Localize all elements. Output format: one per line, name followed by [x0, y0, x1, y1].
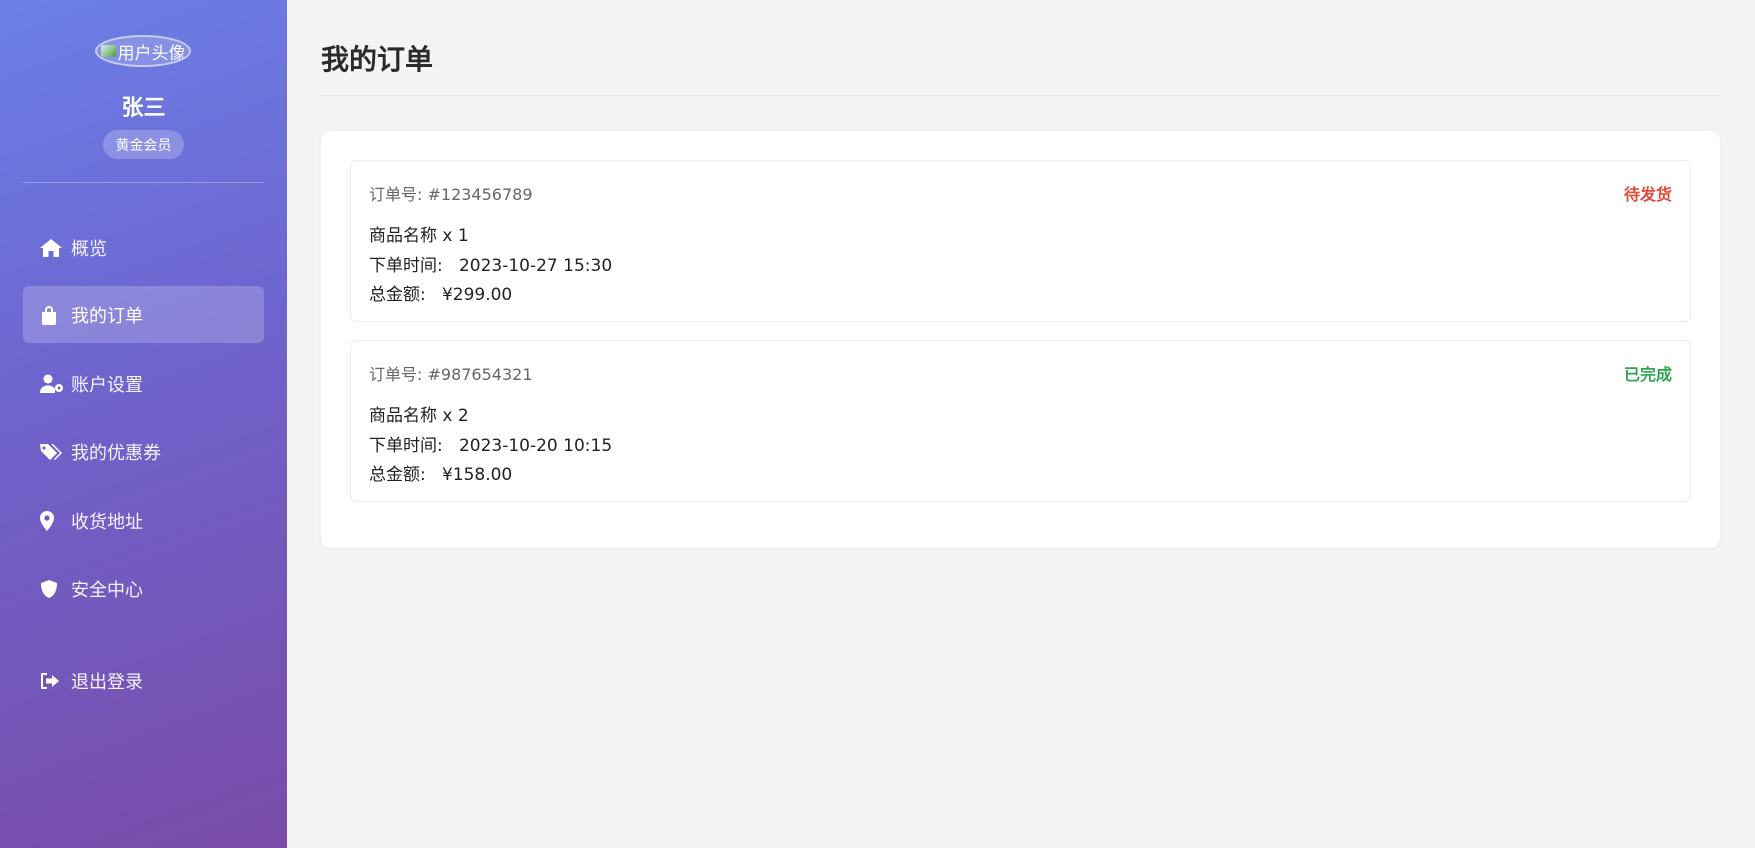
- order-card[interactable]: 订单号: #123456789 待发货 商品名称 x 1 下单时间: 2023-…: [350, 160, 1691, 322]
- sidebar-item-account-settings[interactable]: 账户设置: [23, 355, 264, 412]
- map-marker-icon: [39, 510, 65, 532]
- home-icon: [39, 237, 65, 259]
- order-total: ¥158.00: [441, 465, 513, 485]
- order-time-row: 下单时间: 2023-10-20 10:15: [369, 431, 612, 456]
- member-level-badge: 黄金会员: [103, 130, 184, 159]
- order-product: 商品名称 x 2: [369, 406, 469, 426]
- shopping-bag-icon: [39, 304, 65, 326]
- title-divider: [321, 95, 1720, 96]
- order-number: 订单号: #987654321: [369, 365, 533, 384]
- sidebar-item-label: 收货地址: [71, 511, 143, 533]
- tags-icon: [39, 441, 65, 463]
- order-total-row: 总金额: ¥158.00: [369, 460, 512, 485]
- sidebar-item-addresses[interactable]: 收货地址: [23, 492, 264, 549]
- order-time: 2023-10-20 10:15: [458, 436, 613, 456]
- sidebar-item-label: 退出登录: [71, 671, 143, 693]
- sidebar-item-label: 账户设置: [71, 374, 143, 396]
- sidebar-item-label: 概览: [71, 238, 107, 260]
- user-cog-icon: [39, 373, 65, 395]
- order-total-label: 总金额:: [369, 465, 426, 485]
- sidebar-divider: [23, 182, 264, 183]
- sidebar-item-overview[interactable]: 概览: [23, 219, 264, 276]
- avatar-alt-text: 用户头像: [117, 43, 186, 64]
- order-card[interactable]: 订单号: #987654321 已完成 商品名称 x 2 下单时间: 2023-…: [350, 340, 1691, 502]
- orders-panel: 订单号: #123456789 待发货 商品名称 x 1 下单时间: 2023-…: [321, 131, 1720, 548]
- app-root: 用户头像 张三 黄金会员 概览 我的订单 账户设置 我的优惠券 收货地址 安全中…: [0, 0, 1755, 848]
- sidebar-item-logout[interactable]: 退出登录: [23, 652, 264, 709]
- order-status: 已完成: [1623, 365, 1672, 384]
- sidebar-item-coupons[interactable]: 我的优惠券: [23, 423, 264, 480]
- order-time-row: 下单时间: 2023-10-27 15:30: [369, 251, 612, 276]
- sidebar-item-label: 我的优惠券: [71, 442, 161, 464]
- sidebar-item-my-orders[interactable]: 我的订单: [23, 286, 264, 343]
- order-time-label: 下单时间:: [369, 256, 443, 276]
- user-name: 张三: [121, 96, 166, 121]
- sidebar: 用户头像 张三 黄金会员 概览 我的订单 账户设置 我的优惠券 收货地址 安全中…: [0, 0, 287, 848]
- broken-image-icon: [100, 45, 116, 57]
- order-time: 2023-10-27 15:30: [458, 256, 613, 276]
- user-avatar[interactable]: 用户头像: [95, 35, 191, 67]
- order-product: 商品名称 x 1: [369, 226, 469, 246]
- page-title: 我的订单: [321, 43, 434, 76]
- order-time-label: 下单时间:: [369, 436, 443, 456]
- order-status: 待发货: [1623, 185, 1672, 204]
- sidebar-item-label: 我的订单: [71, 305, 143, 327]
- sidebar-item-label: 安全中心: [71, 579, 143, 601]
- shield-icon: [39, 578, 65, 600]
- sidebar-item-security[interactable]: 安全中心: [23, 560, 264, 617]
- order-total: ¥299.00: [441, 285, 513, 305]
- order-total-label: 总金额:: [369, 285, 426, 305]
- order-number: 订单号: #123456789: [369, 185, 533, 204]
- order-total-row: 总金额: ¥299.00: [369, 280, 512, 305]
- sign-out-icon: [39, 670, 65, 692]
